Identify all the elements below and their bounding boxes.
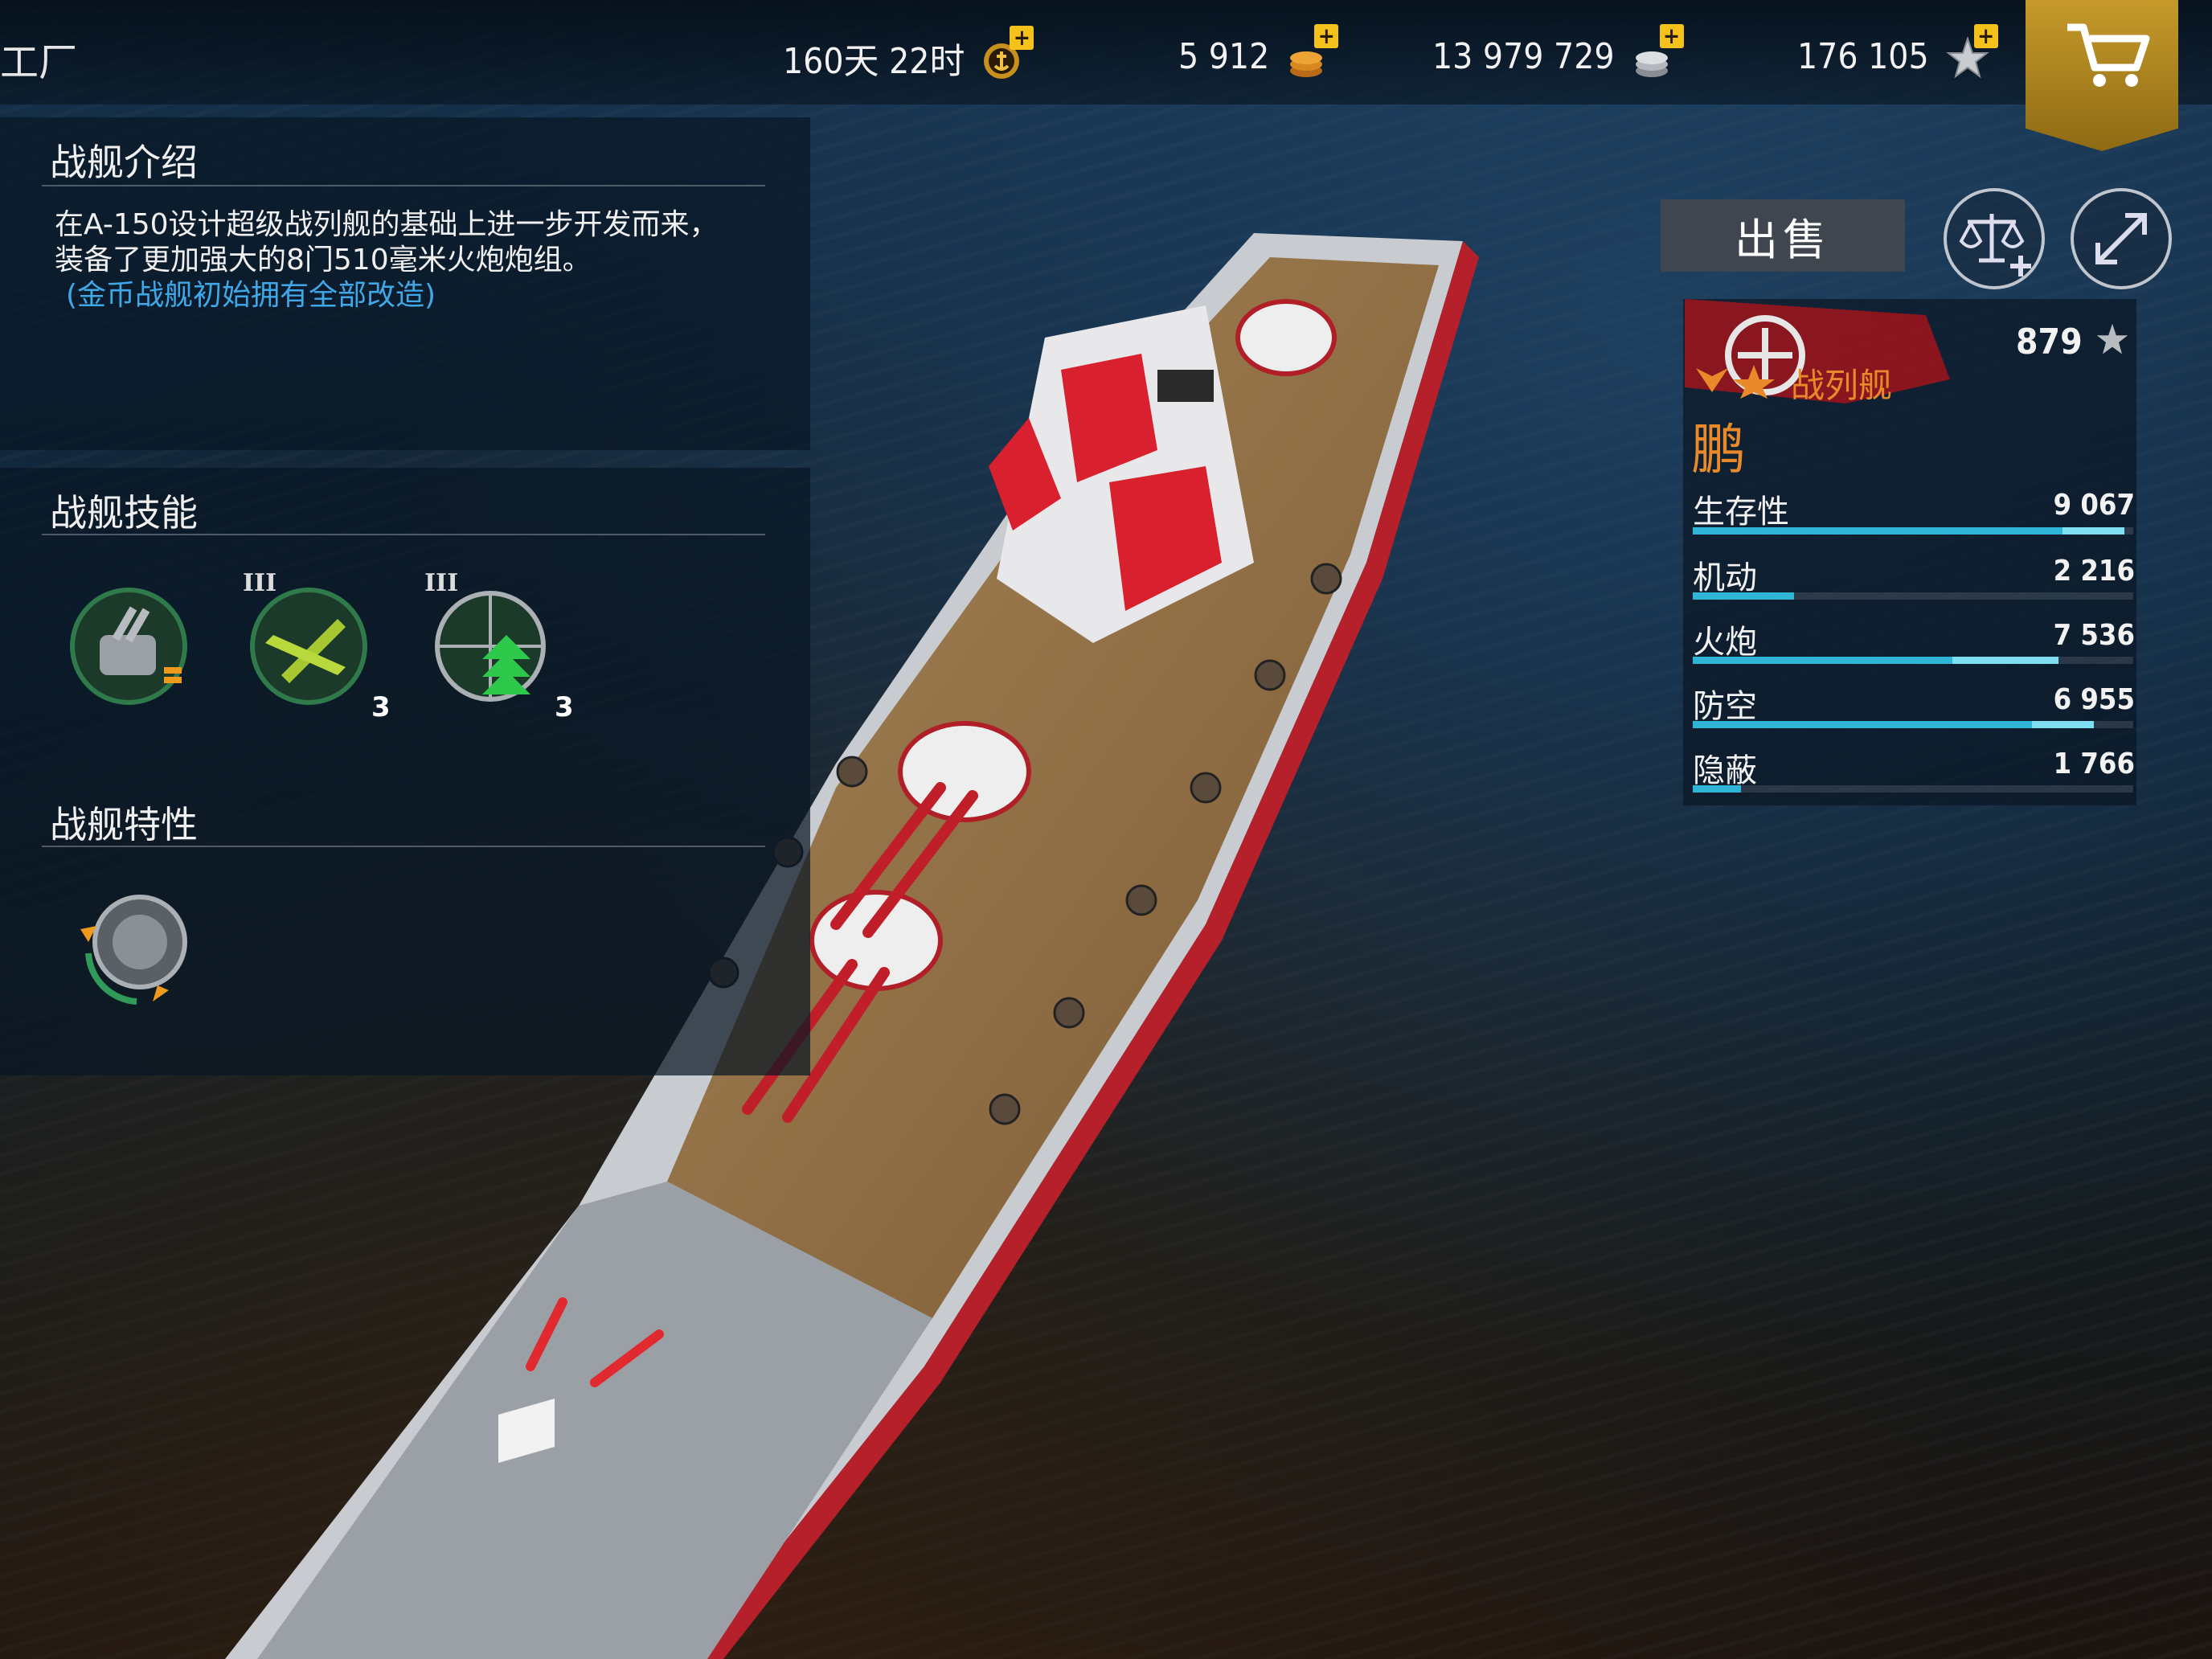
stat-bar <box>1693 527 2133 535</box>
stat-value: 6 955 <box>2053 683 2135 716</box>
intro-line-1: 在A-150设计超级战列舰的基础上进一步开发而来， <box>55 208 719 241</box>
stat-label: 防空 <box>1693 688 1757 725</box>
radar-skill-level: 3 <box>555 691 574 723</box>
stat-bar <box>1693 721 2133 728</box>
traits-divider <box>42 846 765 847</box>
scale-compare-icon <box>1959 214 2031 276</box>
silver-value: 13 979 729 <box>1432 35 1615 77</box>
gold-value: 5 912 <box>1178 35 1270 77</box>
sell-button[interactable]: 出售 <box>1661 199 1905 272</box>
stars-resource[interactable]: 176 105 + <box>1797 24 1998 80</box>
stat-value: 2 216 <box>2053 555 2135 588</box>
tier-rank-icon <box>1696 365 1775 399</box>
stat-value: 7 536 <box>2053 619 2135 652</box>
shopping-cart-icon <box>2067 23 2150 87</box>
ship-rating-value: 879 <box>2016 322 2083 363</box>
intro-line-2: 装备了更加强大的8门510毫米火炮炮组。 <box>55 244 592 276</box>
stat-bar-fill <box>1693 657 1953 664</box>
turret-reload-trait-icon[interactable] <box>64 881 201 1018</box>
intro-title: 战舰介绍 <box>50 141 198 184</box>
premium-time-value: 160天 22时 <box>783 41 965 82</box>
premium-anchor-icon: + <box>981 26 1034 82</box>
silver-coins-icon: + <box>1631 24 1684 80</box>
stat-bar-fill <box>1693 721 2032 728</box>
stars-value: 176 105 <box>1797 35 1929 77</box>
stat-bar <box>1693 785 2133 793</box>
premium-time-resource[interactable]: 160天 22时 + <box>783 26 1034 84</box>
shop-button[interactable] <box>2026 0 2178 151</box>
main-battery-skill-icon[interactable] <box>64 579 201 715</box>
gold-coins-icon: + <box>1285 24 1339 80</box>
fighter-skill-level: 3 <box>371 691 391 723</box>
intro-note: (金币战舰初始拥有全部改造) <box>66 279 436 312</box>
stat-bar-fill <box>1693 527 2063 535</box>
stat-bar-bonus <box>1952 657 2058 664</box>
stat-label: 隐蔽 <box>1693 752 1757 789</box>
stat-bar-fill <box>1693 785 1742 793</box>
stat-label: 生存性 <box>1693 494 1789 530</box>
intro-divider <box>42 185 765 186</box>
stat-label: 机动 <box>1693 559 1757 596</box>
traits-title: 战舰特性 <box>50 803 198 846</box>
expand-button[interactable] <box>2071 188 2172 289</box>
compare-button[interactable] <box>1944 188 2045 289</box>
stat-label: 火炮 <box>1693 624 1757 661</box>
silver-resource[interactable]: 13 979 729 + <box>1432 24 1684 80</box>
expand-icon <box>2095 213 2147 264</box>
ship-class: 战列舰 <box>1791 366 1893 405</box>
rating-star-icon <box>2097 323 2128 354</box>
radar-boost-skill-icon[interactable] <box>426 579 563 715</box>
stat-bar-bonus <box>2031 721 2094 728</box>
intro-description: 在A-150设计超级战列舰的基础上进一步开发而来， 装备了更加强大的8门510毫… <box>55 207 762 313</box>
stat-value: 9 067 <box>2053 489 2135 522</box>
skills-title: 战舰技能 <box>50 491 198 535</box>
star-icon: + <box>1945 24 1998 80</box>
skills-divider <box>42 534 765 535</box>
radar-skill-tier: III <box>424 569 459 597</box>
stat-value: 1 766 <box>2053 748 2135 780</box>
fighter-plane-skill-icon[interactable] <box>241 579 378 715</box>
stat-bar-bonus <box>2062 527 2125 535</box>
gold-resource[interactable]: 5 912 + <box>1178 24 1339 80</box>
back-section-label[interactable]: 工厂 <box>0 31 77 87</box>
stat-bar <box>1693 657 2133 664</box>
ship-rating: 879 <box>2016 320 2132 363</box>
top-bar: 工厂 160天 22时 + 5 912 + 13 979 729 + 176 1… <box>0 0 2212 104</box>
ship-name: 鹏 <box>1691 419 1747 482</box>
fighter-skill-tier: III <box>243 569 277 597</box>
stat-bar <box>1693 592 2133 600</box>
stat-bar-fill <box>1693 592 1795 600</box>
